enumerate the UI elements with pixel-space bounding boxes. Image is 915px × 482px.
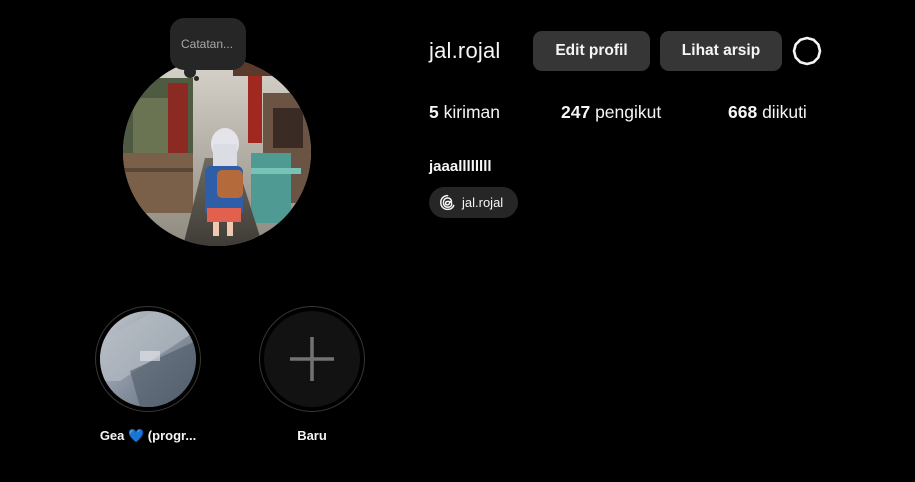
threads-icon xyxy=(440,194,455,211)
new-highlight-button[interactable]: Baru xyxy=(258,306,366,443)
profile-page: Catatan... jal.rojal Edit profil Lihat a… xyxy=(0,0,915,482)
edit-profile-button[interactable]: Edit profil xyxy=(533,31,650,71)
stat-followers[interactable]: 247 pengikut xyxy=(561,102,661,123)
stat-following[interactable]: 668 diikuti xyxy=(728,102,807,123)
threads-link[interactable]: jal.rojal xyxy=(429,187,518,218)
note-bubble[interactable]: Catatan... xyxy=(170,18,246,70)
following-label: diikuti xyxy=(762,102,807,122)
plus-icon xyxy=(264,311,360,407)
view-archive-button[interactable]: Lihat arsip xyxy=(660,31,782,71)
followers-label: pengikut xyxy=(595,102,662,122)
threads-handle: jal.rojal xyxy=(462,195,504,210)
highlight-ring xyxy=(95,306,201,412)
highlight-label: Gea 💙 (progr... xyxy=(99,428,197,443)
stat-posts: 5 kiriman xyxy=(429,102,500,123)
following-count: 668 xyxy=(728,102,758,122)
highlight-cover xyxy=(100,311,196,407)
note-text: Catatan... xyxy=(181,37,234,51)
followers-count: 247 xyxy=(561,102,591,122)
avatar-image xyxy=(123,58,311,246)
note-tail-dot-small xyxy=(194,76,199,81)
profile-username: jal.rojal xyxy=(429,38,501,63)
highlight-item[interactable]: Gea 💙 (progr... xyxy=(94,306,202,444)
highlight-ring xyxy=(259,306,365,412)
gear-icon[interactable] xyxy=(792,36,822,66)
highlight-label: Baru xyxy=(297,428,327,443)
profile-display-name: jaaallllllll xyxy=(429,158,492,175)
posts-label: kiriman xyxy=(443,102,501,122)
posts-count: 5 xyxy=(429,102,439,122)
profile-avatar[interactable] xyxy=(123,58,311,246)
